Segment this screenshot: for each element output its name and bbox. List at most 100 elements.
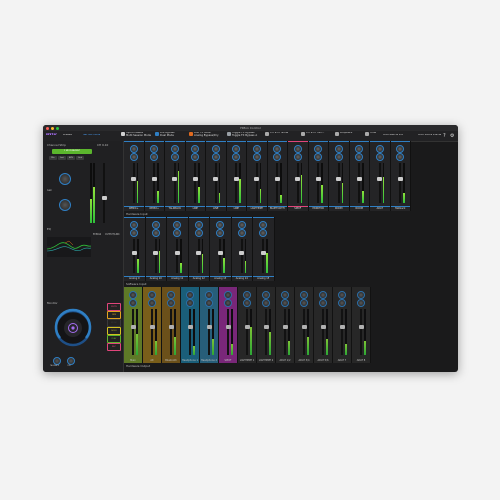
fader-cap[interactable] — [213, 177, 219, 181]
send-knob[interactable] — [243, 299, 252, 307]
monitor-play-button[interactable]: PLAY — [107, 335, 121, 343]
pan-knob[interactable] — [262, 291, 271, 299]
channel-fader[interactable] — [103, 163, 105, 223]
fader-cap[interactable] — [187, 325, 193, 330]
channel-option-button[interactable]: Mic — [49, 156, 57, 160]
channel-fader[interactable] — [360, 309, 362, 355]
channel-fader[interactable] — [303, 309, 305, 355]
channel-fader[interactable] — [219, 239, 222, 273]
send-knob[interactable] — [232, 153, 241, 161]
channel-fader[interactable] — [322, 309, 324, 355]
send-knob[interactable] — [396, 153, 405, 161]
fader-cap[interactable] — [217, 250, 223, 255]
eq-graph[interactable] — [47, 237, 91, 257]
channel-option-button[interactable]: 48V — [67, 156, 75, 160]
send-knob[interactable] — [224, 299, 233, 307]
send-knob[interactable] — [293, 153, 302, 161]
send-knob[interactable] — [355, 153, 364, 161]
channel-fader[interactable] — [341, 309, 343, 355]
pan-knob[interactable] — [232, 145, 241, 153]
pan-knob[interactable] — [334, 145, 343, 153]
fader-cap[interactable] — [320, 325, 326, 330]
eq-output-link[interactable]: OUTPUT/LINK — [105, 233, 120, 236]
toolbar-item[interactable]: Tone — [365, 132, 381, 140]
monitor-knob[interactable] — [53, 308, 93, 348]
fader-cap[interactable] — [168, 325, 174, 330]
channel-fader[interactable] — [240, 239, 243, 273]
channel-fader[interactable] — [255, 163, 258, 203]
pan-knob[interactable] — [148, 291, 157, 299]
channel-fader[interactable] — [189, 309, 191, 355]
channel-fader[interactable] — [133, 239, 136, 273]
pan-knob[interactable] — [375, 145, 384, 153]
channel-fader[interactable] — [358, 163, 361, 203]
send-knob[interactable] — [319, 299, 328, 307]
pan-knob[interactable] — [338, 291, 347, 299]
send-knob[interactable] — [273, 153, 282, 161]
eq-bypass[interactable]: BYPASS — [93, 233, 101, 236]
fader-cap[interactable] — [397, 177, 403, 181]
toolbar-item[interactable]: Loopback — [335, 132, 363, 140]
fader-cap[interactable] — [301, 325, 307, 330]
send-knob[interactable] — [129, 299, 138, 307]
pan-knob[interactable] — [205, 291, 214, 299]
send-knob[interactable] — [216, 229, 225, 237]
fader-cap[interactable] — [130, 325, 136, 330]
pan-knob[interactable] — [167, 291, 176, 299]
channel-fader[interactable] — [317, 163, 320, 203]
fader-cap[interactable] — [254, 177, 260, 181]
fader-cap[interactable] — [336, 177, 342, 181]
channel-fader[interactable] — [194, 163, 197, 203]
channel-fader[interactable] — [337, 163, 340, 203]
talkback-knob[interactable] — [53, 357, 61, 365]
pan-knob[interactable] — [252, 145, 261, 153]
channel-fader[interactable] — [262, 239, 265, 273]
pan-knob[interactable] — [259, 221, 268, 229]
send-knob[interactable] — [314, 153, 323, 161]
fader-cap[interactable] — [172, 177, 178, 181]
fader-cap[interactable] — [339, 325, 345, 330]
fader-cap[interactable] — [377, 177, 383, 181]
send-knob[interactable] — [281, 299, 290, 307]
send-knob[interactable] — [262, 299, 271, 307]
send-knob[interactable] — [191, 153, 200, 161]
monitor-rec-button[interactable]: REC — [107, 343, 121, 351]
pan-knob[interactable] — [319, 291, 328, 299]
channel-fader[interactable] — [296, 163, 299, 203]
fader-cap[interactable] — [206, 325, 212, 330]
send-knob[interactable] — [205, 299, 214, 307]
channel-fader[interactable] — [208, 309, 210, 355]
fader-cap[interactable] — [233, 177, 239, 181]
fader-cap[interactable] — [153, 250, 159, 255]
send-knob[interactable] — [170, 153, 179, 161]
fader-cap[interactable] — [151, 177, 157, 181]
channel-fader[interactable] — [132, 309, 134, 355]
send-knob[interactable] — [375, 153, 384, 161]
fader-cap[interactable] — [260, 250, 266, 255]
fader-cap[interactable] — [295, 177, 301, 181]
fader-cap[interactable] — [149, 325, 155, 330]
pan-knob[interactable] — [224, 291, 233, 299]
send-knob[interactable] — [167, 299, 176, 307]
pan-knob[interactable] — [173, 221, 182, 229]
send-knob[interactable] — [173, 229, 182, 237]
gear-icon[interactable]: ⚙ — [450, 133, 454, 141]
send-knob[interactable] — [357, 299, 366, 307]
pan-knob[interactable] — [216, 221, 225, 229]
channel-fader[interactable] — [151, 309, 153, 355]
toolbar-item[interactable]: DSI Bypass Dual Mode — [155, 132, 187, 140]
send-knob[interactable] — [338, 299, 347, 307]
monitor-dim-button[interactable]: DIM — [107, 311, 121, 319]
pan-knob[interactable] — [150, 145, 159, 153]
channel-option-button[interactable]: Link — [76, 156, 84, 160]
channel-option-button[interactable]: Inst — [58, 156, 66, 160]
send-knob[interactable] — [148, 299, 157, 307]
channel-fader[interactable] — [132, 163, 135, 203]
send-knob[interactable] — [237, 229, 246, 237]
toolbar-item[interactable]: Toggle FX Bypass Toggle FX Bypass A — [227, 132, 263, 140]
pan-knob[interactable] — [243, 291, 252, 299]
help-icon[interactable]: ? — [443, 133, 446, 141]
channel-fader[interactable] — [214, 163, 217, 203]
pan-knob[interactable] — [170, 145, 179, 153]
fader-cap[interactable] — [263, 325, 269, 330]
